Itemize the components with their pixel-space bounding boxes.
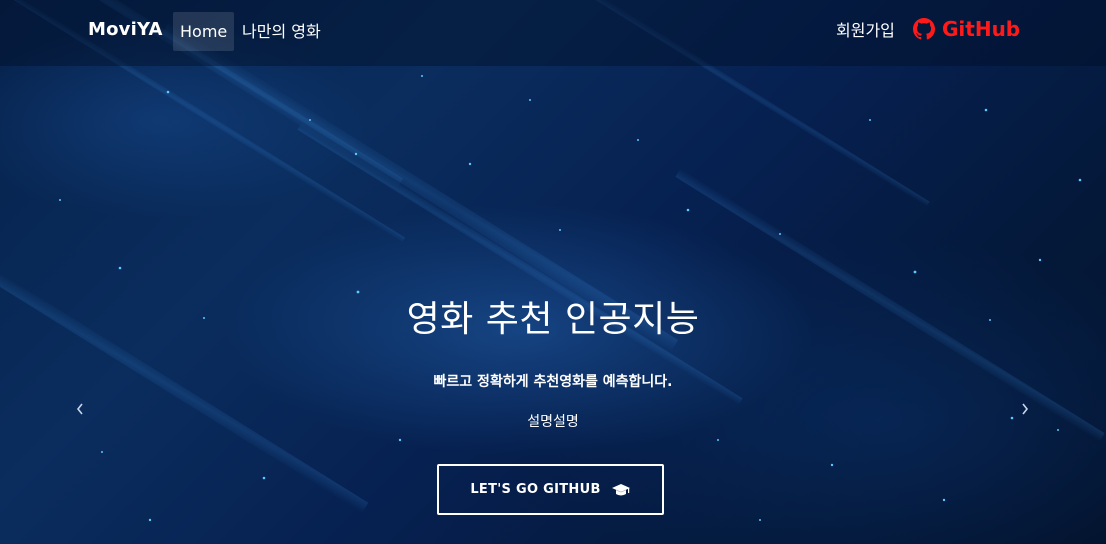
graduation-cap-icon [611,483,631,497]
top-navbar: MoviYA Home 나만의 영화 회원가입 GitHub [0,0,1106,66]
github-icon [913,18,935,40]
nav-link-home[interactable]: Home [173,12,235,51]
hero-title: 영화 추천 인공지능 [406,299,700,340]
nav-link-my-movies[interactable]: 나만의 영화 [235,12,328,51]
hero-subtitle: 빠르고 정확하게 추천영화를 예측합니다. [433,374,673,390]
github-cta-button[interactable]: LET'S GO GITHUB [437,464,664,515]
brand-logo[interactable]: MoviYA [88,19,163,40]
hero-page: MoviYA Home 나만의 영화 회원가입 GitHub 영화 추천 인공지… [0,0,1106,544]
signup-link[interactable]: 회원가입 [836,17,895,41]
background-decoration [0,0,1105,522]
github-label: GitHub [942,17,1021,41]
cta-label: LET'S GO GITHUB [470,482,601,497]
hero-description: 설명설명 [527,414,579,430]
github-link[interactable]: GitHub [913,15,1020,43]
